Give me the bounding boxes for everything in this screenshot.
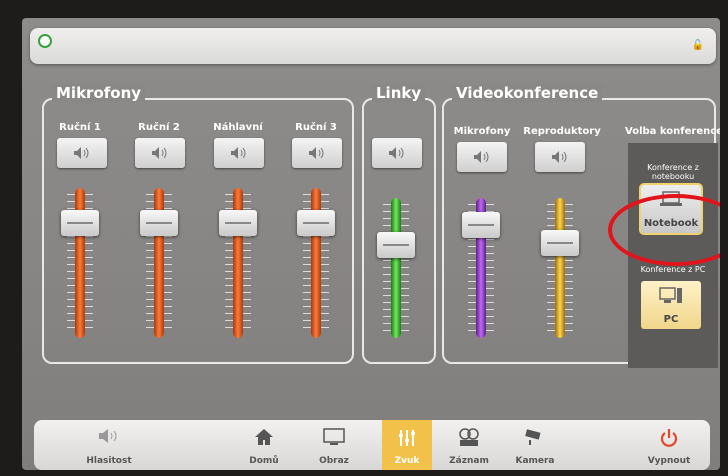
desktop-pc-icon	[659, 287, 682, 303]
channel-label-rucni1: Ruční 1	[59, 122, 101, 133]
nav-label-zaznam: Záznam	[449, 456, 489, 466]
fader-knob-vc-reproduktory[interactable]	[541, 230, 579, 256]
fader-knob-linky[interactable]	[377, 232, 415, 258]
touch-screen: 🔓 Mikrofony Linky Videokonference Ruční …	[22, 18, 720, 470]
fader-track-linky[interactable]	[391, 198, 401, 338]
mute-button-vc-reproduktory[interactable]	[535, 142, 585, 172]
fader-knob-nahlavni[interactable]	[219, 210, 257, 236]
nav-label-domu: Domů	[249, 456, 279, 466]
group-title-linky: Linky	[372, 84, 426, 102]
display-icon	[323, 428, 345, 445]
mute-button-nahlavni[interactable]	[214, 138, 264, 168]
channel-label-volba-konference: Volba konference	[625, 126, 720, 137]
channel-label-vc-reproduktory: Reproduktory	[523, 126, 601, 137]
volume-icon	[99, 429, 117, 443]
equalizer-icon	[399, 430, 415, 446]
nav-label-vypnout: Vypnout	[647, 456, 691, 466]
power-icon	[660, 429, 678, 447]
speaker-icon	[74, 147, 89, 159]
nav-label-hlasitost: Hlasitost	[86, 456, 132, 466]
nav-zaznam[interactable]: Záznam	[444, 420, 494, 470]
camera-icon	[525, 429, 541, 445]
fader-knob-rucni2[interactable]	[140, 210, 178, 236]
mute-button-linky[interactable]	[372, 138, 422, 168]
fader-knob-rucni3[interactable]	[297, 210, 335, 236]
nav-label-obraz: Obraz	[319, 456, 349, 466]
speaker-icon	[309, 147, 324, 159]
nav-obraz[interactable]: Obraz	[304, 420, 364, 470]
speaker-icon	[389, 147, 404, 159]
status-indicator-icon	[38, 34, 52, 48]
mute-button-vc-mikrofony[interactable]	[457, 142, 507, 172]
lock-icon[interactable]: 🔓	[692, 40, 704, 51]
channel-label-vc-mikrofony: Mikrofony	[453, 126, 511, 137]
nav-domu[interactable]: Domů	[234, 420, 294, 470]
bottom-navigation: Hlasitost Domů Obraz Zvuk Záznam Kamera …	[34, 420, 710, 470]
fader-knob-rucni1[interactable]	[61, 210, 99, 236]
pc-button[interactable]: PC	[641, 281, 701, 329]
nav-hlasitost[interactable]: Hlasitost	[64, 420, 154, 470]
fader-track-vc-reproduktory[interactable]	[555, 198, 565, 338]
conference-pc-header: Konference z PC	[640, 265, 706, 274]
top-bar: 🔓	[30, 28, 716, 64]
channel-label-nahlavni: Náhlavní	[213, 122, 263, 133]
speaker-icon	[231, 147, 246, 159]
nav-label-zvuk: Zvuk	[394, 456, 420, 466]
home-icon	[255, 429, 273, 445]
mute-button-rucni3[interactable]	[292, 138, 342, 168]
recording-icon	[459, 428, 479, 446]
nav-kamera[interactable]: Kamera	[510, 420, 560, 470]
conference-notebook-header: Konference z notebooku	[647, 163, 699, 181]
fader-knob-vc-mikrofony[interactable]	[462, 212, 500, 238]
mute-button-rucni1[interactable]	[57, 138, 107, 168]
nav-vypnout[interactable]: Vypnout	[634, 420, 704, 470]
nav-zvuk[interactable]: Zvuk	[382, 420, 432, 470]
speaker-icon	[474, 151, 489, 163]
mute-button-rucni2[interactable]	[135, 138, 185, 168]
nav-label-kamera: Kamera	[515, 456, 555, 466]
group-title-mikrofony: Mikrofony	[52, 84, 146, 102]
channel-label-rucni3: Ruční 3	[295, 122, 337, 133]
speaker-icon	[152, 147, 167, 159]
channel-label-rucni2: Ruční 2	[138, 122, 180, 133]
group-title-videokonference: Videokonference	[452, 84, 603, 102]
pc-label: PC	[663, 314, 679, 325]
speaker-icon	[552, 151, 567, 163]
